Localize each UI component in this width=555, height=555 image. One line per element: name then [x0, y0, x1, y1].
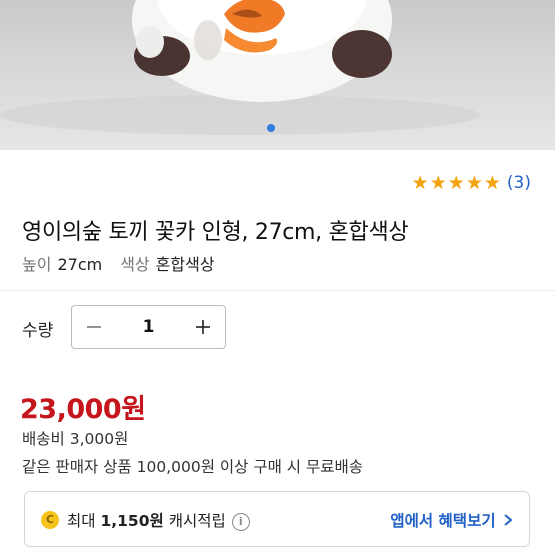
quantity-label: 수량: [22, 321, 54, 341]
spec-value: 27cm: [57, 255, 103, 274]
app-benefits-link[interactable]: 앱에서 혜택보기: [390, 509, 513, 531]
spec-color: 색상 혼합색상: [120, 251, 214, 275]
star-icon: ★: [429, 172, 447, 194]
spec-key: 높이: [22, 255, 52, 274]
quantity-value[interactable]: 1: [116, 317, 181, 337]
star-icon: ★: [447, 172, 465, 194]
free-shipping-note: 같은 판매자 상품 100,000원 이상 구매 시 무료배송: [22, 458, 364, 476]
review-count[interactable]: (3): [507, 172, 531, 194]
shipping-fee: 배송비 3,000원: [22, 430, 129, 448]
carousel-dot[interactable]: [280, 124, 289, 132]
spec-key: 색상: [120, 255, 150, 274]
product-title: 영이의숲 토끼 꽃카 인형, 27cm, 혼합색상: [22, 220, 409, 245]
cashback-suffix: 캐시적립: [168, 512, 226, 530]
product-image[interactable]: [0, 0, 555, 150]
cashback-prefix: 최대: [67, 512, 96, 530]
quantity-stepper[interactable]: 1: [71, 305, 226, 349]
coin-icon: C: [41, 511, 59, 529]
app-benefits-label: 앱에서 혜택보기: [390, 512, 496, 530]
chevron-right-icon: [504, 514, 513, 526]
rating[interactable]: ★ ★ ★ ★ ★ (3): [411, 172, 531, 194]
cashback-amount: 1,150원: [100, 512, 164, 530]
spec-height: 높이 27cm: [22, 251, 102, 275]
cashback-banner[interactable]: C 최대 1,150원 캐시적립 i 앱에서 혜택보기: [24, 491, 530, 547]
minus-icon[interactable]: [72, 306, 116, 348]
product-specs: 높이 27cm 색상 혼합색상: [22, 251, 215, 275]
cashback-text: 최대 1,150원 캐시적립 i: [67, 509, 250, 531]
star-icon: ★: [411, 172, 429, 194]
spec-value: 혼합색상: [155, 255, 215, 274]
plus-icon[interactable]: [181, 306, 225, 348]
star-icon: ★: [465, 172, 483, 194]
carousel-indicators: [0, 124, 555, 132]
carousel-dot-active[interactable]: [266, 124, 275, 132]
star-icon: ★: [483, 172, 501, 194]
info-icon[interactable]: i: [231, 513, 250, 531]
divider: [0, 290, 555, 291]
price: 23,000원: [20, 394, 146, 425]
